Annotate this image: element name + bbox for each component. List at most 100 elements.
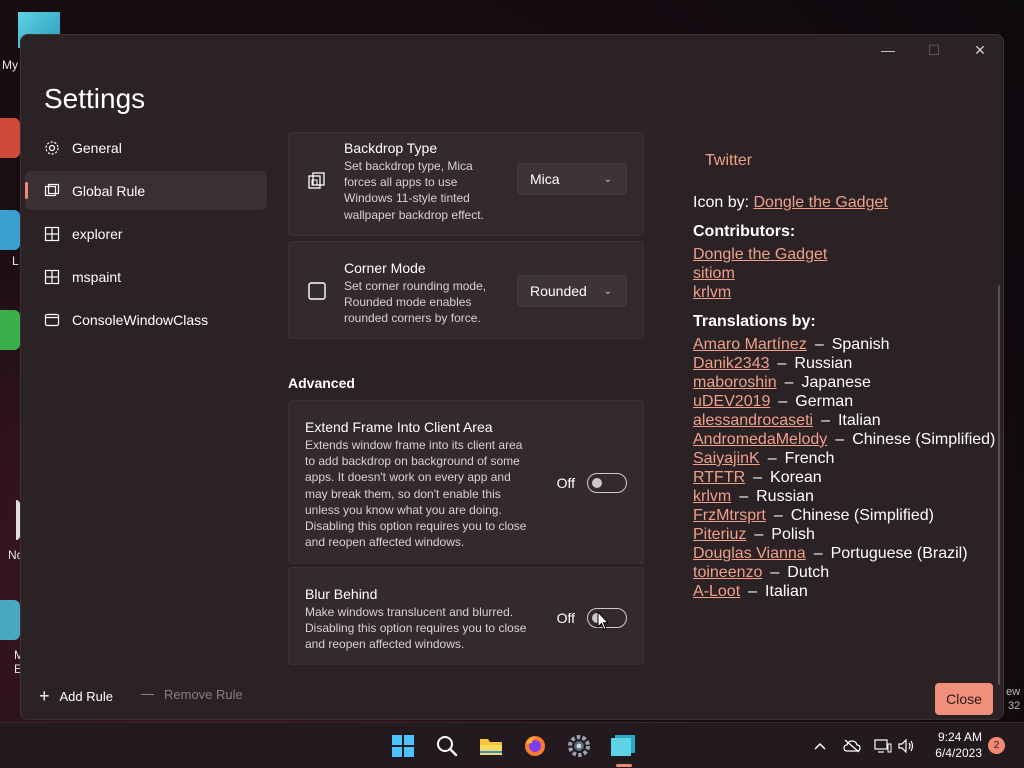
translation-row: RTFTR – Korean [693,469,822,487]
settings-app-icon[interactable] [565,732,593,760]
translation-row: krlvm – Russian [693,488,814,506]
icon-credit: Icon by: Dongle the Gadget [693,194,888,212]
language-label: Chinese (Simplified) [790,507,934,524]
blur-behind-card: Blur Behind Make windows translucent and… [288,567,644,665]
firefox-icon[interactable] [521,732,549,760]
minimize-button[interactable]: — [865,35,911,65]
desktop-icon-strip[interactable] [0,310,20,350]
translation-row: uDEV2019– German [693,393,853,411]
translator-link[interactable]: AndromedaMelody [693,431,827,448]
backdrop-icon [307,171,327,191]
translator-link[interactable]: maboroshin [693,374,777,391]
close-button[interactable]: Close [935,683,993,715]
description-line: may break them, so don't enable this [305,486,501,501]
backdrop-type-card: Backdrop Type Set backdrop type, Mica fo… [288,132,644,236]
description-line: Set corner rounding mode, [344,279,487,293]
desktop-icon-strip[interactable] [0,118,20,158]
sidebar-item-mspaint[interactable]: mspaint [25,257,267,296]
translator-link[interactable]: alessandrocaseti [693,412,813,429]
sidebar-item-label: ConsoleWindowClass [72,311,209,328]
sidebar-item-consolewindowclass[interactable]: ConsoleWindowClass [25,300,267,339]
toggle-state-label: Off [556,610,575,626]
desktop-icon-strip[interactable] [0,210,20,250]
add-rule-label: Add Rule [59,688,113,704]
translator-link[interactable]: krlvm [693,488,731,505]
chevron-up-icon[interactable] [811,737,829,755]
notification-badge[interactable]: 2 [988,737,1005,754]
taskbar: 9:24 AM 6/4/2023 2 [0,722,1024,768]
network-icon[interactable] [874,737,892,755]
translator-link[interactable]: SaiyajinK [693,450,760,467]
language-label: Chinese (Simplified) [852,431,996,448]
contributor-link[interactable]: Dongle the Gadget [693,246,827,264]
extend-frame-toggle-group: Off [557,473,627,493]
description-line: apps. It doesn't work on every app and [305,470,511,485]
language-label: Portuguese (Brazil) [830,545,968,562]
mica-app-icon[interactable] [609,732,637,767]
translator-link[interactable]: A-Loot [693,583,740,600]
add-rule-button[interactable]: + Add Rule [39,687,113,705]
translator-link[interactable]: FrzMtrsprt [693,507,766,524]
desktop-icon-label: ew [1006,686,1021,698]
extend-frame-toggle[interactable] [587,473,627,493]
separator: – [835,431,845,448]
clock[interactable]: 9:24 AM 6/4/2023 [928,729,982,761]
volume-icon[interactable] [898,737,916,755]
language-label: Polish [771,526,815,543]
sidebar-item-explorer[interactable]: explorer [25,214,267,253]
sidebar-item-general[interactable]: General [25,128,267,167]
language-label: Russian [794,355,853,372]
language-label: Korean [770,469,822,486]
backdrop-type-title: Backdrop Type [344,140,438,156]
icon-author-link[interactable]: Dongle the Gadget [753,194,887,211]
backdrop-type-dropdown[interactable]: Mica ⌄ [517,163,627,195]
translator-link[interactable]: Amaro Martínez [693,336,807,353]
translator-link[interactable]: RTFTR [693,469,745,486]
description-line: forces all apps to use [344,175,458,190]
titlebar-controls: — ☐ ✕ [865,35,1003,65]
corner-mode-card: Corner Mode Set corner rounding mode, Ro… [288,241,644,339]
description-line: and reopen affected windows. [305,535,465,550]
separator: – [778,393,788,410]
dropdown-value: Mica [530,171,560,187]
search-icon[interactable] [433,732,461,760]
remove-rule-button[interactable]: Remove Rule [141,687,243,702]
desktop-icon-strip[interactable] [0,600,20,640]
translation-row: AndromedaMelody – Chinese (Simplified) [693,431,995,449]
maximize-button[interactable]: ☐ [911,35,957,65]
separator: – [748,583,758,600]
cloud-off-icon[interactable] [843,737,861,755]
window-icon [44,183,60,199]
corner-mode-description: Set corner rounding mode, Rounded mode e… [344,278,486,327]
separator: – [784,374,794,391]
separator: – [770,564,780,581]
close-window-button[interactable]: ✕ [957,35,1003,65]
file-explorer-icon[interactable] [477,732,505,760]
scrollbar[interactable] [998,285,1000,685]
remove-rule-label: Remove Rule [164,687,243,702]
description-line: Disabling this option requires you to cl… [305,519,527,534]
square-icon [307,281,327,301]
desktop-icon-label: L [12,254,19,268]
translator-link[interactable]: Piteriuz [693,526,746,543]
translator-link[interactable]: Danik2343 [693,355,770,372]
separator: – [814,336,824,353]
corner-mode-dropdown[interactable]: Rounded ⌄ [517,275,627,307]
page-title: Settings [44,83,146,114]
sidebar-item-global-rule[interactable]: Global Rule [25,171,267,210]
sidebar-item-label: General [72,139,122,156]
desktop-icon-label: My [2,58,18,72]
translator-link[interactable]: Douglas Vianna [693,545,806,562]
chevron-down-icon: ⌄ [603,285,612,297]
contributor-link[interactable]: krlvm [693,284,731,302]
description-line: rounded corners by force. [344,311,481,326]
start-icon[interactable] [389,732,417,760]
translator-link[interactable]: toineenzo [693,564,762,581]
settings-window: — ☐ ✕ Settings General Global Rule explo… [20,34,1004,720]
toggle-state-label: Off [556,475,575,491]
twitter-link[interactable]: Twitter [705,152,752,170]
chevron-down-icon: ⌄ [603,173,612,185]
translator-link[interactable]: uDEV2019 [693,393,770,410]
blur-behind-description: Make windows translucent and blurred. Di… [305,604,526,653]
contributor-link[interactable]: sitiom [693,265,735,283]
